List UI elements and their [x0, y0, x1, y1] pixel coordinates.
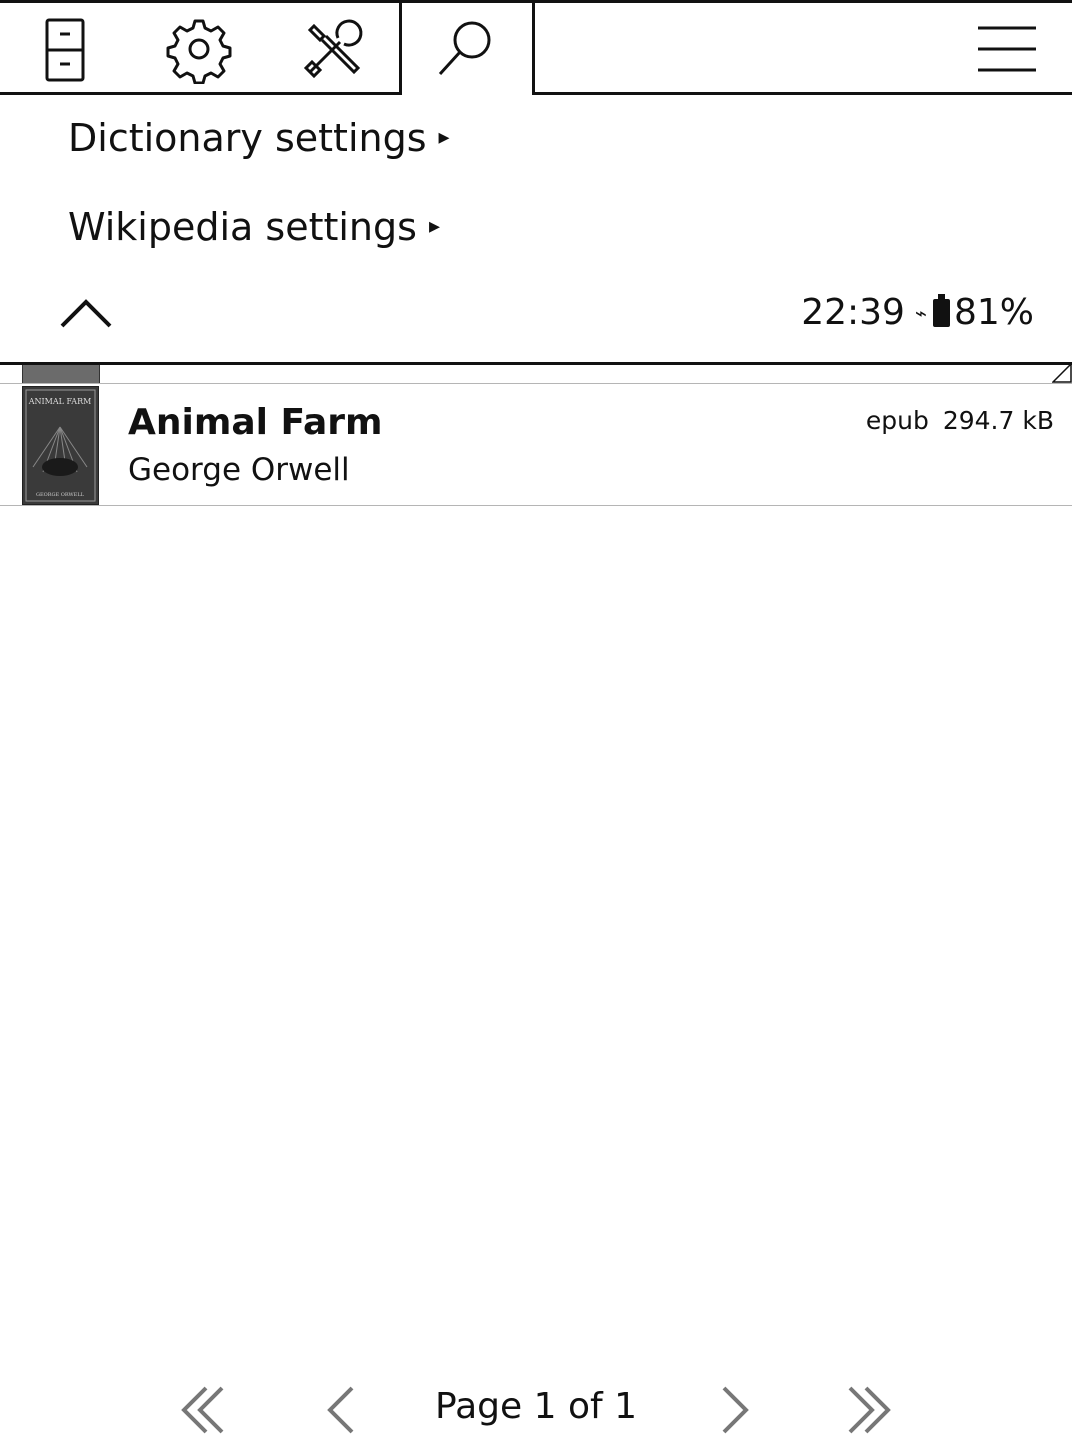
search-icon[interactable] [432, 14, 502, 84]
charging-icon: ⌁ [914, 300, 927, 325]
tab-bar-border [0, 92, 402, 95]
menu-item-dictionary-settings[interactable]: Dictionary settings ▸ [68, 116, 450, 160]
active-tab-border [399, 0, 402, 95]
svg-text:ANIMAL FARM: ANIMAL FARM [28, 397, 92, 406]
battery-icon [932, 293, 950, 327]
chevron-right-icon[interactable] [704, 1380, 760, 1436]
book-cover: ANIMAL FARM GEORGE ORWELL [22, 386, 99, 505]
status-bar: 22:39 ⌁ 81% [801, 292, 1034, 333]
filing-cabinet-icon[interactable] [30, 14, 100, 84]
chevron-up-icon[interactable] [58, 294, 114, 334]
svg-text:GEORGE ORWELL: GEORGE ORWELL [36, 492, 85, 498]
gear-icon[interactable] [164, 14, 234, 84]
pagination-footer: Page 1 of 1 [0, 1368, 1072, 1448]
book-meta: epub 294.7 kB [866, 406, 1054, 435]
hamburger-menu-icon[interactable] [972, 14, 1042, 84]
menu-item-wikipedia-settings[interactable]: Wikipedia settings ▸ [68, 205, 440, 249]
book-size: 294.7 kB [942, 406, 1054, 435]
menu-item-label: Wikipedia settings [68, 205, 417, 249]
book-title: Animal Farm [128, 402, 383, 443]
list-item[interactable]: ANIMAL FARM GEORGE ORWELL Animal Farm Ge… [0, 384, 1072, 506]
page-indicator: Page 1 of 1 [435, 1386, 637, 1427]
book-format: epub [865, 406, 929, 435]
tab-bar-border [0, 0, 1072, 3]
tab-bar-border [532, 92, 1072, 95]
submenu-arrow-icon: ▸ [438, 125, 450, 150]
book-author: George Orwell [128, 452, 350, 488]
double-chevron-right-icon[interactable] [840, 1380, 896, 1436]
tab-bar [0, 0, 1072, 96]
battery-percent: 81% [953, 292, 1034, 333]
menu-item-label: Dictionary settings [68, 116, 427, 160]
dogear-corner-icon [1052, 363, 1072, 383]
top-menu: Dictionary settings ▸ Wikipedia settings ▸… [0, 0, 1072, 365]
submenu-arrow-icon: ▸ [428, 214, 440, 239]
clock: 22:39 [801, 292, 905, 333]
tools-icon[interactable] [298, 14, 368, 84]
active-tab-border [532, 0, 535, 95]
